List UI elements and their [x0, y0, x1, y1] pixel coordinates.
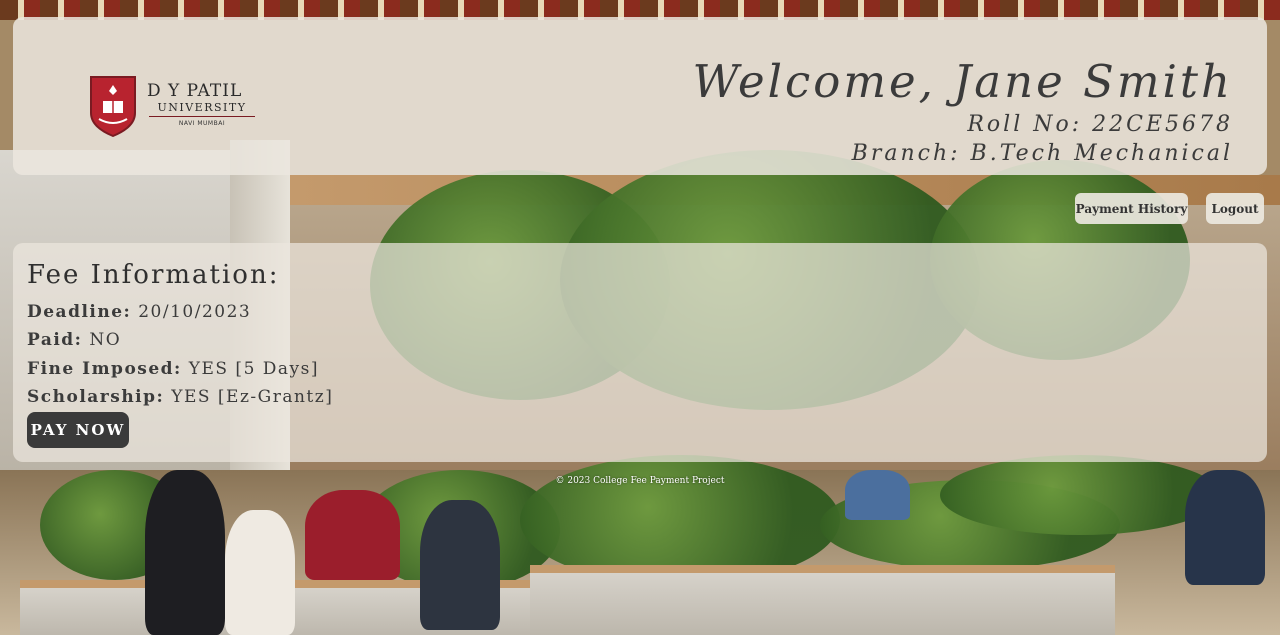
scholarship-row: Scholarship: YES [Ez-Grantz]	[27, 387, 333, 407]
branch: Branch: B.Tech Mechanical	[851, 141, 1233, 166]
paid-value: NO	[89, 330, 122, 350]
deadline-value: 20/10/2023	[138, 302, 252, 322]
footer-copyright: © 2023 College Fee Payment Project	[555, 476, 725, 486]
deadline-label: Deadline:	[27, 302, 132, 322]
fine-value: YES [5 Days]	[188, 359, 320, 379]
roll-number: Roll No: 22CE5678	[967, 112, 1233, 137]
logo-subtitle: UNIVERSITY	[149, 101, 255, 117]
university-logo: D Y PATIL UNIVERSITY NAVI MUMBAI	[89, 73, 259, 139]
logout-button[interactable]: Logout	[1206, 193, 1264, 224]
fee-information-panel: Fee Information: Deadline: 20/10/2023 Pa…	[13, 243, 1267, 462]
person	[1185, 470, 1265, 585]
fine-row: Fine Imposed: YES [5 Days]	[27, 359, 319, 379]
paid-row: Paid: NO	[27, 330, 121, 350]
scholarship-label: Scholarship:	[27, 387, 165, 407]
shield-icon	[90, 76, 136, 137]
pay-now-button[interactable]: PAY NOW	[27, 412, 129, 448]
person	[420, 500, 500, 630]
logo-location: NAVI MUMBAI	[178, 120, 226, 127]
welcome-heading: Welcome, Jane Smith	[692, 55, 1233, 108]
header-panel: D Y PATIL UNIVERSITY NAVI MUMBAI Welcome…	[13, 17, 1267, 175]
person	[225, 510, 295, 635]
planter	[530, 565, 1115, 635]
fee-title: Fee Information:	[27, 260, 280, 290]
paid-label: Paid:	[27, 330, 83, 350]
fine-label: Fine Imposed:	[27, 359, 182, 379]
deadline-row: Deadline: 20/10/2023	[27, 302, 251, 322]
foliage	[940, 455, 1220, 535]
logo-name: D Y PATIL	[147, 81, 243, 101]
person	[305, 490, 400, 580]
payment-history-button[interactable]: Payment History	[1075, 193, 1188, 224]
scholarship-value: YES [Ez-Grantz]	[171, 387, 334, 407]
person	[145, 470, 225, 635]
